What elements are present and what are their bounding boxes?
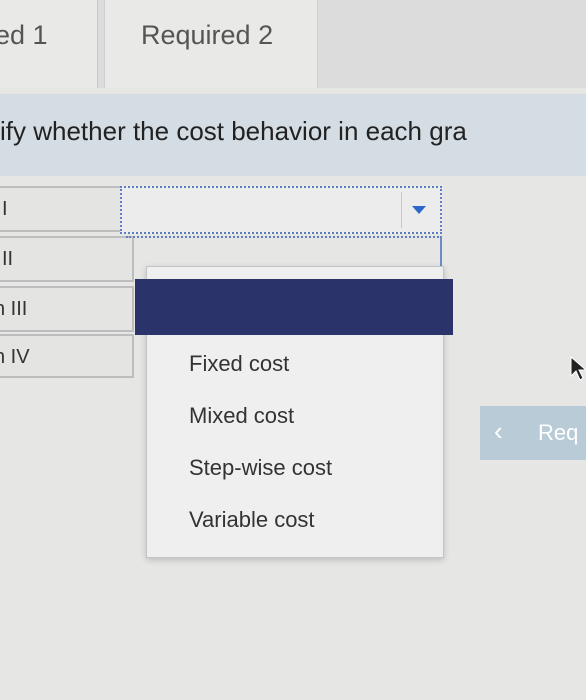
instruction-text: ify whether the cost behavior in each gr… (0, 116, 467, 146)
option-label: Variable cost (189, 507, 315, 532)
option-label: Step-wise cost (189, 455, 333, 480)
option-label: Mixed cost (189, 403, 295, 428)
mouse-cursor-icon (570, 356, 586, 381)
cost-behavior-select[interactable] (120, 186, 442, 234)
dropdown-option-variable-cost[interactable]: Variable cost (147, 493, 443, 545)
row-label: n III (0, 298, 28, 320)
row-label: II (2, 248, 14, 270)
dropdown-menu: Fixed cost Mixed cost Step-wise cost Var… (135, 266, 453, 558)
dropdown-option-step-wise-cost[interactable]: Step-wise cost (147, 441, 443, 493)
tab-required-1-label: red 1 (0, 20, 48, 50)
tab-required-2-label: Required 2 (141, 20, 274, 50)
select-arrow-button[interactable] (401, 192, 436, 228)
instruction-banner: ify whether the cost behavior in each gr… (0, 94, 586, 176)
previous-required-label: Req (538, 420, 579, 445)
tab-bar: red 1 Required 2 (0, 0, 586, 88)
dropdown-option-fixed-cost[interactable]: Fixed cost (147, 337, 443, 389)
row-label: I (2, 198, 8, 220)
tab-required-2[interactable]: Required 2 (104, 0, 318, 88)
cost-behavior-select-2[interactable] (126, 236, 442, 266)
graph-row-1: I (0, 186, 134, 232)
graph-row-3: n III (0, 286, 134, 332)
dropdown-option-blank[interactable] (135, 279, 453, 335)
row-label: n IV (0, 346, 30, 368)
dropdown-option-mixed-cost[interactable]: Mixed cost (147, 389, 443, 441)
previous-required-button[interactable]: ‹ Req (480, 406, 586, 460)
graph-row-2: II (0, 236, 134, 282)
chevron-left-icon: ‹ (494, 416, 503, 446)
tab-required-1[interactable]: red 1 (0, 0, 98, 88)
chevron-down-icon (412, 206, 426, 214)
graph-row-4: n IV (0, 334, 134, 378)
option-label: Fixed cost (189, 351, 290, 376)
